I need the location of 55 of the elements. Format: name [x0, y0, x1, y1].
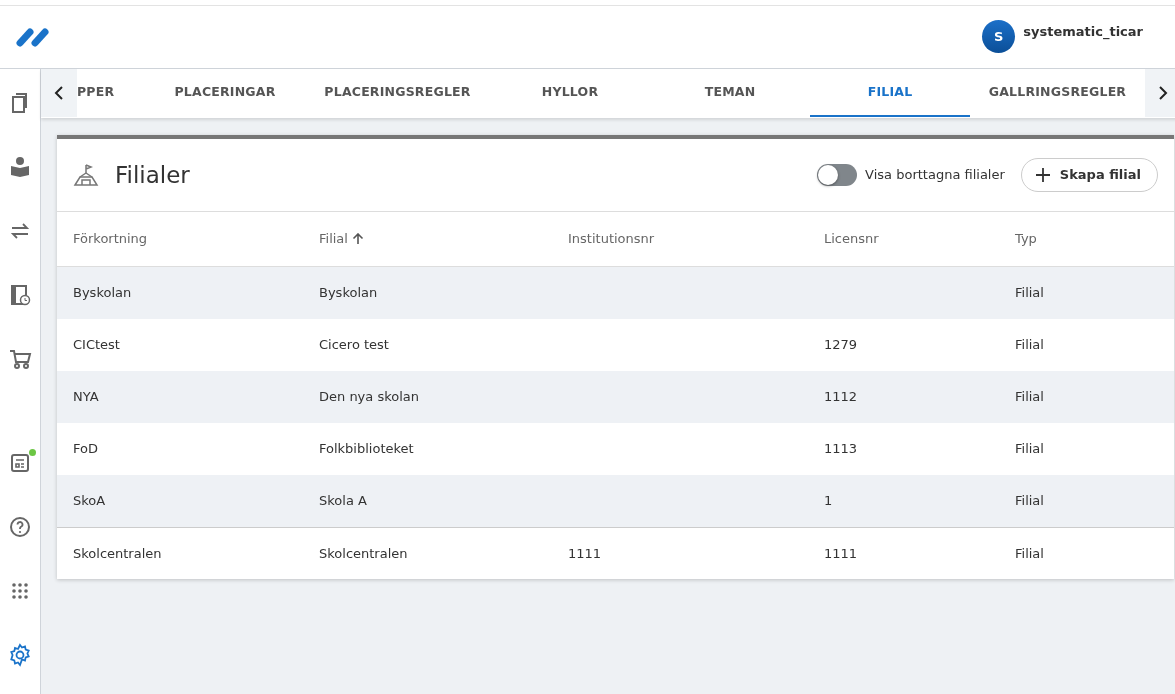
table-cell: Filial — [1015, 493, 1044, 509]
chevron-right-icon[interactable] — [1157, 86, 1169, 100]
toggle-label: Visa borttagna filialer — [865, 166, 1005, 185]
table-cell: Skolcentralen — [319, 545, 408, 561]
chevron-left-icon[interactable] — [53, 86, 65, 100]
table-cell: Filial — [1015, 545, 1044, 561]
user-name[interactable]: systematic_ticar — [1023, 21, 1143, 42]
plus-icon[interactable] — [1035, 168, 1050, 182]
tab[interactable]: FILIAL — [810, 69, 970, 117]
tab[interactable]: HYLLOR — [490, 69, 650, 117]
column-header[interactable]: Typ — [1015, 229, 1037, 249]
help-icon[interactable] — [8, 515, 32, 539]
table-cell: Cicero test — [319, 337, 389, 353]
building-icon — [73, 163, 99, 187]
table-cell: 1111 — [568, 545, 602, 561]
table-cell: CICtest — [73, 337, 120, 353]
cart-icon[interactable] — [8, 347, 32, 371]
table-cell: NYA — [73, 389, 99, 405]
table-cell: Byskolan — [319, 285, 378, 301]
logo-icon[interactable] — [16, 26, 52, 47]
user-avatar[interactable]: S — [982, 20, 1016, 53]
sort-arrow-icon[interactable] — [351, 233, 364, 245]
tab[interactable]: PLACERINGAR — [145, 69, 305, 117]
scroll-right-button[interactable] — [1145, 69, 1175, 117]
table-cell: SkoA — [73, 493, 106, 509]
table-cell: 1113 — [824, 441, 858, 457]
book-clock-icon[interactable] — [8, 283, 32, 307]
table-cell: Skolcentralen — [73, 545, 162, 561]
table-cell: Folkbiblioteket — [319, 441, 414, 457]
column-header[interactable]: Filial — [319, 229, 348, 249]
settings-icon[interactable] — [8, 643, 32, 667]
tab[interactable]: PLACERINGSREGLER — [305, 69, 490, 117]
column-header[interactable]: Licensnr — [824, 229, 879, 249]
report-icon[interactable] — [8, 451, 32, 475]
panel-title: Filialer — [115, 160, 190, 190]
table-cell: Filial — [1015, 441, 1044, 457]
create-button[interactable]: Skapa filial — [1020, 158, 1158, 192]
reader-icon[interactable] — [8, 155, 32, 179]
column-header[interactable]: Institutionsnr — [568, 229, 655, 249]
column-header[interactable]: Förkortning — [73, 229, 148, 249]
table-cell: Den nya skolan — [319, 389, 420, 405]
table-cell: Skola A — [319, 493, 367, 509]
table-cell: 1112 — [824, 389, 858, 405]
table-cell: 1111 — [824, 545, 858, 561]
table-cell: Byskolan — [73, 285, 132, 301]
tab[interactable]: PPER — [77, 69, 145, 117]
table-cell: Filial — [1015, 337, 1044, 353]
table-cell: Filial — [1015, 285, 1044, 301]
toggle-switch[interactable] — [817, 164, 858, 186]
table-cell: Filial — [1015, 389, 1044, 405]
table-cell: 1279 — [824, 337, 858, 353]
tab[interactable]: TEMAN — [650, 69, 810, 117]
tab[interactable]: GALLRINGSREGLER — [970, 69, 1145, 117]
table-cell: FoD — [73, 441, 98, 457]
table-cell: 1 — [824, 493, 833, 509]
